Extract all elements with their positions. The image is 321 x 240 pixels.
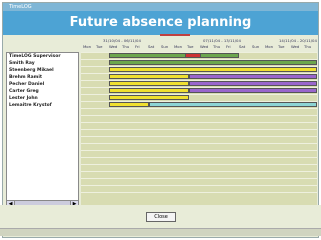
grid-row-line [81, 122, 317, 123]
absence-bar[interactable] [189, 74, 317, 79]
day-label: Wed [109, 44, 118, 49]
title-bar: TimeLOG [3, 3, 318, 11]
absence-bar[interactable] [109, 60, 317, 65]
today-marker [160, 34, 190, 36]
grid-header: 31/10/04 - 06/11/04 07/11/04 - 13/11/04 … [81, 37, 317, 52]
absence-bar[interactable] [109, 67, 317, 72]
absence-bar[interactable] [109, 81, 189, 86]
absence-grid[interactable]: 31/10/04 - 06/11/04 07/11/04 - 13/11/04 … [81, 37, 317, 205]
window-title: TimeLOG [9, 4, 32, 10]
list-item[interactable]: Steenberg Mikael [7, 67, 78, 74]
day-label: Sat [239, 44, 246, 49]
absence-bar[interactable] [149, 102, 317, 107]
day-label: Wed [200, 44, 209, 49]
day-label: Mon [265, 44, 274, 49]
list-item[interactable]: Smith Ray [7, 60, 78, 67]
grid-row-line [81, 150, 317, 151]
day-label: Thu [213, 44, 221, 49]
week-label: 14/11/04 - 20/11/04 [279, 38, 317, 43]
grid-row-line [81, 171, 317, 172]
status-bar [0, 228, 321, 236]
grid-row-line [81, 192, 317, 193]
day-labels: Mon Tue Wed Thu Fri Sat Sun Mon Tue Wed Thu Fri Sat S… [81, 44, 317, 52]
day-label: Mon [174, 44, 183, 49]
week-label: 31/10/04 - 06/11/04 [103, 38, 141, 43]
list-item[interactable]: TimeLOG Supervisor [7, 53, 78, 60]
grid-row-line [81, 108, 317, 109]
list-item[interactable]: Carter Greg [7, 88, 78, 95]
day-label: Tue [278, 44, 285, 49]
page-title: Future absence planning [69, 15, 252, 30]
day-label: Fri [226, 44, 231, 49]
day-label: Wed [291, 44, 300, 49]
absence-bar[interactable] [185, 53, 201, 58]
absence-bar[interactable] [109, 53, 239, 58]
day-label: Tue [187, 44, 194, 49]
absence-bar[interactable] [189, 88, 317, 93]
absence-bar[interactable] [109, 95, 189, 100]
grid-row-line [81, 164, 317, 165]
week-label: 07/11/04 - 13/11/04 [203, 38, 241, 43]
day-label: Fri [135, 44, 140, 49]
grid-row-line [81, 178, 317, 179]
grid-row-line [81, 136, 317, 137]
page-header: Future absence planning [3, 11, 318, 35]
absence-bar[interactable] [189, 81, 317, 86]
day-label: Tue [96, 44, 103, 49]
grid-row-line [81, 143, 317, 144]
day-label: Mon [83, 44, 92, 49]
absence-bar[interactable] [109, 74, 189, 79]
absence-bar[interactable] [109, 102, 149, 107]
grid-row-line [81, 129, 317, 130]
list-item[interactable]: Brehm Ramit [7, 74, 78, 81]
close-button[interactable]: Close [146, 212, 176, 222]
employee-list[interactable]: TimeLOG Supervisor Smith Ray Steenberg M… [6, 52, 79, 202]
day-label: Thu [304, 44, 312, 49]
grid-row-line [81, 157, 317, 158]
absence-bar[interactable] [109, 88, 189, 93]
list-item[interactable]: Pecher Daniel [7, 81, 78, 88]
day-label: Thu [122, 44, 130, 49]
grid-row-line [81, 185, 317, 186]
list-item[interactable]: Lemaitre Krystof [7, 102, 78, 109]
day-label: Sun [161, 44, 169, 49]
day-label: Sun [252, 44, 260, 49]
grid-row-line [81, 115, 317, 116]
list-item[interactable]: Lester John [7, 95, 78, 102]
day-label: Sat [148, 44, 155, 49]
